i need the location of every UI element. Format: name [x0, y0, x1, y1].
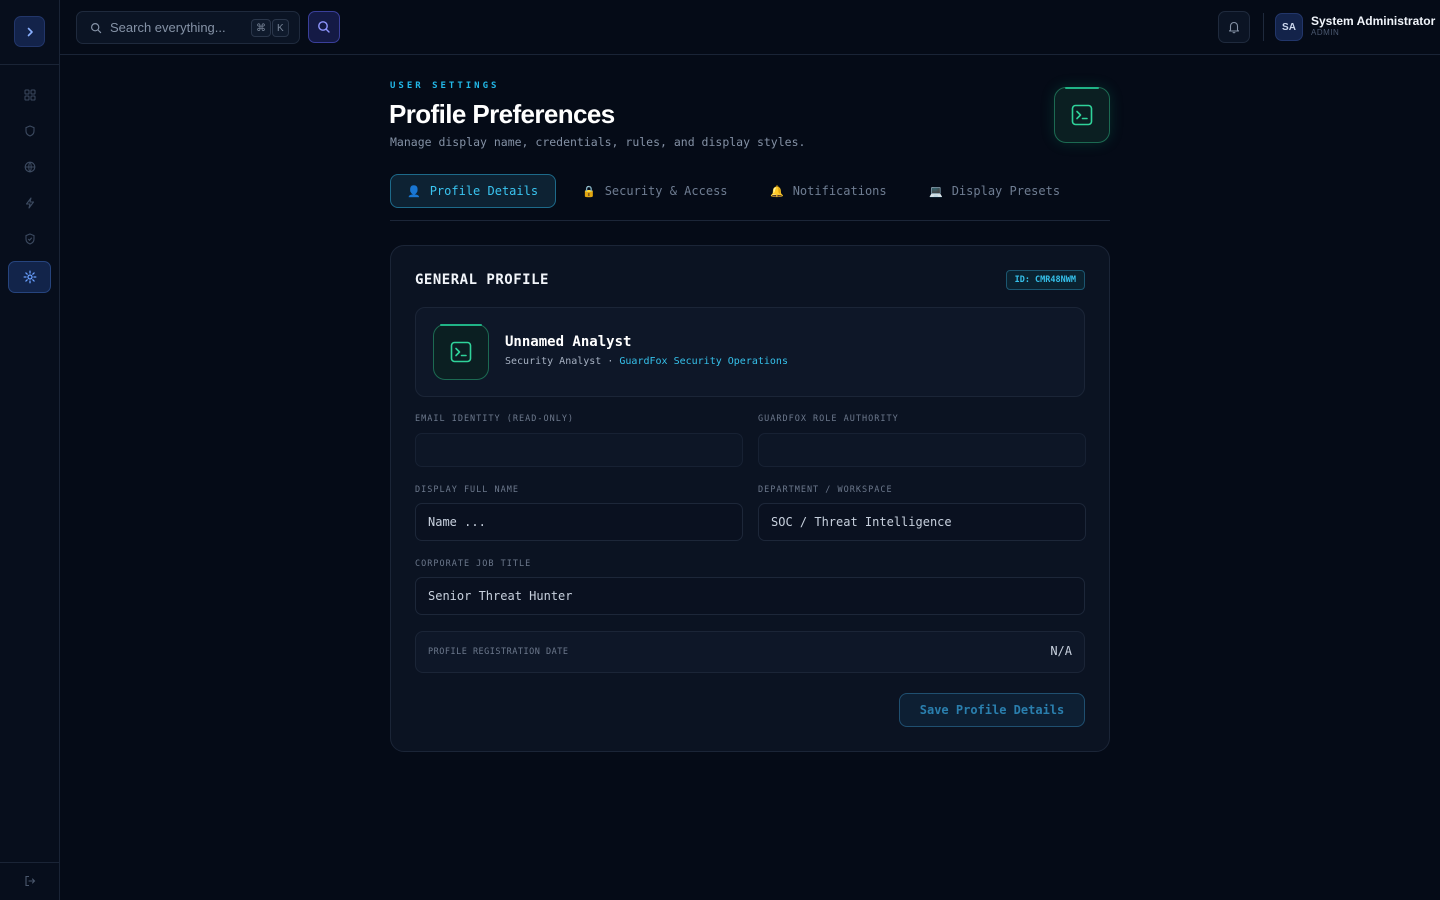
search-placeholder: Search everything... [110, 20, 226, 35]
registration-date-row: PROFILE REGISTRATION DATE N/A [415, 631, 1085, 673]
topbar: Search everything... ⌘ K SA System Admin… [60, 0, 1440, 55]
topbar-separator [1263, 13, 1264, 41]
terminal-icon [1071, 104, 1093, 126]
registration-date-label: PROFILE REGISTRATION DATE [428, 647, 569, 657]
search-input[interactable]: Search everything... ⌘ K [76, 11, 300, 44]
tab-label: Profile Details [429, 184, 539, 198]
sidebar-item-settings[interactable] [8, 261, 51, 293]
shortcut-key: K [272, 19, 289, 37]
email-label: EMAIL IDENTITY (READ-ONLY) [415, 414, 575, 424]
lock-icon: 🔒 [582, 184, 596, 198]
tab-label: Notifications [792, 184, 887, 198]
meta-separator: · [601, 356, 620, 367]
logout-icon [24, 875, 35, 887]
sidebar-item-dashboard[interactable] [8, 79, 51, 111]
terminal-icon [450, 341, 472, 363]
email-field [415, 433, 743, 467]
general-profile-card: GENERAL PROFILE ID: CMR48NWM Unnamed Ana… [390, 245, 1110, 752]
tab-label: Display Presets [951, 184, 1061, 198]
sidebar-item-compliance[interactable] [8, 223, 51, 255]
user-role: ADMIN [1311, 28, 1340, 37]
analyst-name: Unnamed Analyst [505, 334, 632, 350]
save-profile-button[interactable]: Save Profile Details [899, 693, 1085, 727]
sidebar-toggle-button[interactable] [14, 16, 45, 47]
chevron-right-icon [27, 27, 33, 36]
analyst-meta: Security Analyst · GuardFox Security Ope… [505, 356, 788, 367]
gear-icon [23, 270, 36, 284]
analyst-org: GuardFox Security Operations [619, 356, 788, 367]
sidebar-item-shield[interactable] [8, 115, 51, 147]
avatar[interactable]: SA [1275, 13, 1303, 41]
dashboard-grid-icon [24, 89, 35, 101]
card-title: GENERAL PROFILE [415, 272, 549, 288]
sidebar-item-globe[interactable] [8, 151, 51, 183]
sidebar-divider [0, 862, 60, 863]
display-name-label: DISPLAY FULL NAME [415, 485, 519, 495]
role-authority-label: GUARDFOX ROLE AUTHORITY [758, 414, 899, 424]
lightning-icon [25, 197, 34, 209]
display-name-input[interactable]: Name ... [415, 503, 743, 541]
page-title: Profile Preferences [389, 99, 615, 129]
user-name: System Administrator [1311, 14, 1436, 28]
page-subtitle: Manage display name, credentials, rules,… [390, 135, 806, 149]
bell-icon: 🔔 [770, 184, 784, 198]
department-label: DEPARTMENT / WORKSPACE [758, 485, 893, 495]
sidebar-divider [0, 64, 60, 65]
id-badge: ID: CMR48NWM [1005, 270, 1085, 290]
notifications-button[interactable] [1218, 11, 1250, 43]
bell-icon [1228, 21, 1240, 34]
analyst-role: Security Analyst [505, 356, 602, 367]
logout-button[interactable] [8, 866, 51, 896]
role-authority-field [758, 433, 1086, 467]
profile-summary: Unnamed Analyst Security Analyst · Guard… [415, 307, 1085, 397]
tab-notifications[interactable]: 🔔 Notifications [754, 174, 903, 208]
shortcut-mod-key: ⌘ [251, 19, 271, 37]
job-title-label: CORPORATE JOB TITLE [415, 559, 532, 569]
search-button[interactable] [308, 11, 340, 43]
terminal-badge [1054, 87, 1110, 143]
sidebar-item-activity[interactable] [8, 187, 51, 219]
tabs-divider [390, 220, 1110, 221]
sidebar [0, 0, 60, 900]
tab-label: Security & Access [604, 184, 728, 198]
shield-check-icon [24, 233, 35, 245]
department-input[interactable]: SOC / Threat Intelligence [758, 503, 1086, 541]
tab-profile-details[interactable]: 👤 Profile Details [390, 174, 556, 208]
tab-security-access[interactable]: 🔒 Security & Access [566, 174, 744, 208]
registration-date-value: N/A [1050, 644, 1072, 658]
profile-avatar [433, 324, 489, 380]
tab-display-presets[interactable]: 💻 Display Presets [913, 174, 1076, 208]
page-eyebrow: USER SETTINGS [390, 81, 500, 91]
search-icon [318, 21, 330, 33]
search-icon [90, 22, 102, 33]
shield-icon [24, 125, 35, 137]
laptop-icon: 💻 [929, 184, 943, 198]
user-icon: 👤 [407, 184, 421, 198]
job-title-input[interactable]: Senior Threat Hunter [415, 577, 1085, 615]
globe-icon [24, 161, 35, 173]
